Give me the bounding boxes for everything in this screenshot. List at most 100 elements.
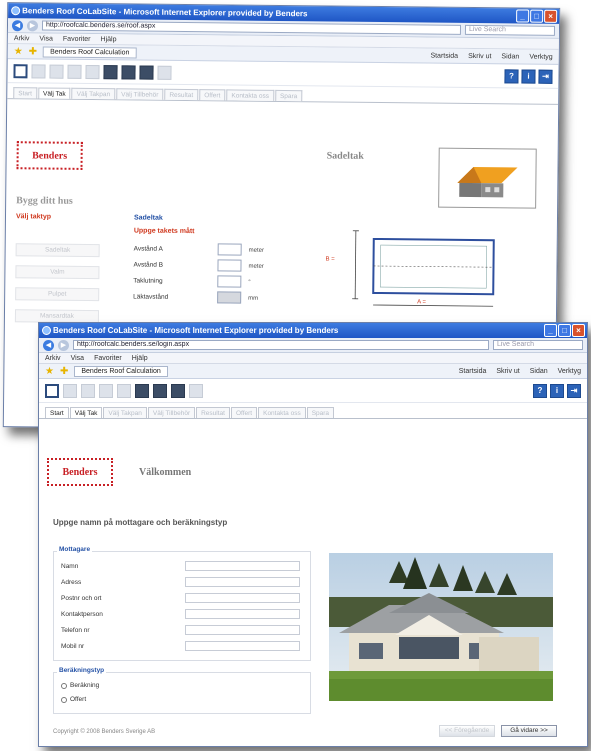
home-tool[interactable]: Startsida [459,368,487,375]
tab-spara[interactable]: Spara [274,89,303,102]
browser-tab[interactable]: Benders Roof Calculation [74,365,168,377]
side-button-mansard[interactable]: Mansardtak [14,309,100,324]
tab-kontakta[interactable]: Kontakta oss [258,407,306,418]
row-unit: ° [248,279,251,286]
menu-item[interactable]: Favoriter [94,353,122,363]
tab-valj-tillbehor[interactable]: Välj Tillbehör [116,88,164,100]
tab-offert[interactable]: Offert [230,407,258,418]
side-button-valm[interactable]: Valm [15,265,100,280]
help-icon[interactable]: ? [504,68,519,83]
add-favorite-icon[interactable]: ✚ [29,46,38,57]
radio-offer[interactable] [61,697,67,703]
menu-item[interactable]: Visa [39,33,53,43]
tab-resultat[interactable]: Resultat [164,88,199,101]
star-icon[interactable]: ★ [45,366,54,377]
print-icon[interactable] [81,383,95,398]
forward-arrow-icon[interactable]: ▶ [26,19,39,31]
tab-spara[interactable]: Spara [306,407,335,418]
info-icon[interactable]: i [521,69,536,84]
cut-icon[interactable] [85,64,100,79]
tools-tool[interactable]: Verktyg [529,53,552,60]
menu-item[interactable]: Hjälp [100,34,117,44]
tab-valj-tak[interactable]: Välj Tak [37,87,71,99]
page-tool[interactable]: Sidan [501,53,519,60]
exit-icon[interactable]: ⇥ [567,383,581,398]
row-label: Avstånd A [133,245,163,253]
mail-icon[interactable] [121,64,136,79]
tab-valj-tillbehor[interactable]: Välj Tillbehör [147,407,196,418]
home-tool[interactable]: Startsida [430,52,458,59]
house-photo [329,553,553,701]
menu-item[interactable]: Visa [71,353,85,363]
distance-a-input[interactable] [217,243,242,256]
add-favorite-icon[interactable]: ✚ [60,366,68,377]
url-input[interactable]: http://roofcalc.benders.se/roof.aspx [41,20,462,35]
exit-icon[interactable]: ⇥ [538,69,553,84]
tab-kontakta[interactable]: Kontakta oss [226,89,275,101]
settings-icon[interactable] [189,383,203,398]
print-tool[interactable]: Skriv ut [468,52,491,59]
save-icon[interactable] [63,383,77,398]
copy-icon[interactable] [67,64,82,79]
radio-calculation[interactable] [61,683,67,689]
menu-item[interactable]: Arkiv [14,33,30,43]
tab-start[interactable]: Start [45,407,69,418]
tab-valj-takpan[interactable]: Välj Takpan [71,87,116,100]
cut-icon[interactable] [117,383,131,398]
maximize-button[interactable]: □ [558,324,571,337]
menu-item[interactable]: Favoriter [63,34,91,44]
next-button[interactable]: Gå vidare >> [501,725,557,737]
close-button[interactable]: × [572,324,585,337]
row-unit: meter [248,247,265,254]
tab-offert[interactable]: Offert [199,89,226,101]
close-button[interactable]: × [544,9,558,23]
menu-bar: Arkiv Visa Favoriter Hjälp [39,353,587,364]
star-icon[interactable]: ★ [14,46,23,57]
tab-valj-takpan[interactable]: Välj Takpan [103,407,147,418]
copy-icon[interactable] [99,383,113,398]
info-icon[interactable]: i [550,383,564,398]
print-tool[interactable]: Skriv ut [496,368,519,375]
back-arrow-icon[interactable]: ◀ [43,339,54,351]
phone-field[interactable] [185,625,300,635]
browser-tab[interactable]: Benders Roof Calculation [43,45,137,58]
address-field[interactable] [185,577,300,587]
previous-button[interactable]: << Föregående [439,725,495,737]
instruction-text: Uppge namn på mottagare och beräkningsty… [53,518,228,527]
menu-item[interactable]: Hjälp [132,353,148,363]
side-button-pulpet[interactable]: Pulpet [15,287,100,302]
select-roof-type-link[interactable]: Välj taktyp [16,213,51,220]
search-input[interactable]: Live Search [493,340,583,350]
calculator-icon[interactable] [135,383,149,398]
name-field[interactable] [185,561,300,571]
postal-field[interactable] [185,593,300,603]
settings-icon[interactable] [157,65,172,80]
minimize-button[interactable]: _ [516,9,530,23]
url-input[interactable]: http://roofcalc.benders.se/login.aspx [73,340,489,350]
print-icon[interactable] [49,64,64,79]
minimize-button[interactable]: _ [544,324,557,337]
tab-resultat[interactable]: Resultat [196,407,230,418]
page-tool[interactable]: Sidan [530,368,548,375]
forward-arrow-icon[interactable]: ▶ [58,339,69,351]
roof-pitch-input[interactable] [217,275,242,288]
back-arrow-icon[interactable]: ◀ [11,19,24,31]
card-icon[interactable] [139,65,154,80]
new-document-icon[interactable] [45,383,59,398]
distance-b-input[interactable] [217,259,242,272]
menu-item[interactable]: Arkiv [45,353,61,363]
save-icon[interactable] [31,63,46,79]
mail-icon[interactable] [153,383,167,398]
search-input[interactable]: Live Search [464,24,556,36]
card-icon[interactable] [171,383,185,398]
mobile-field[interactable] [185,641,300,651]
contact-field[interactable] [185,609,300,619]
help-icon[interactable]: ? [533,383,547,398]
tools-tool[interactable]: Verktyg [558,368,581,375]
tab-valj-tak[interactable]: Välj Tak [69,407,103,418]
new-document-icon[interactable] [13,63,28,78]
tab-start[interactable]: Start [13,87,38,99]
maximize-button[interactable]: □ [530,9,544,23]
side-button-sadeltak[interactable]: Sadeltak [15,243,100,258]
calculator-icon[interactable] [103,64,118,79]
